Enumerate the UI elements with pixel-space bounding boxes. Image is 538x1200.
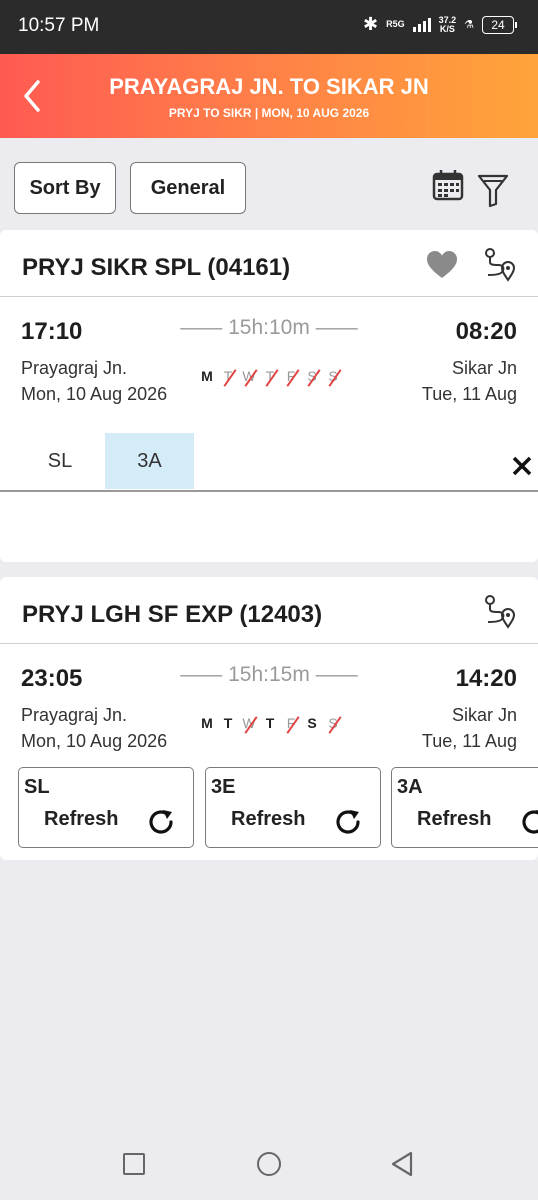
- route-icon[interactable]: [482, 246, 518, 282]
- day-indicator: W: [240, 715, 258, 731]
- train-name: PRYJ LGH SF EXP (12403): [22, 601, 323, 628]
- day-indicator: S: [324, 368, 342, 384]
- class-tab-sl[interactable]: SL: [16, 433, 104, 489]
- status-time: 10:57 PM: [18, 15, 100, 36]
- day-indicator: W: [240, 368, 258, 384]
- day-indicator: M: [201, 715, 213, 731]
- refresh-icon[interactable]: [334, 808, 362, 836]
- route-icon[interactable]: [482, 593, 518, 629]
- page-subtitle: PRYJ TO SIKR | MON, 10 AUG 2026: [168, 106, 370, 120]
- filter-icon[interactable]: [476, 172, 510, 208]
- divider: [0, 296, 538, 297]
- header: PRAYAGRAJ JN. TO SIKAR JN PRYJ TO SIKR |…: [0, 54, 538, 138]
- class-availability-sl[interactable]: SL Refresh: [18, 767, 194, 848]
- close-icon[interactable]: [512, 456, 532, 476]
- day-indicator: S: [324, 715, 342, 731]
- battery-icon: 24: [482, 15, 517, 34]
- class-availability-3a[interactable]: 3A Refresh: [391, 767, 538, 848]
- from-station: Prayagraj Jn.: [21, 705, 128, 725]
- day-indicator: T: [265, 715, 275, 731]
- class-code: SL: [24, 776, 50, 798]
- calendar-icon[interactable]: [432, 169, 464, 201]
- running-days: MTWTFSS: [198, 715, 342, 731]
- arrival-time: 08:20: [455, 318, 517, 345]
- to-date: Tue, 11 Aug: [421, 731, 517, 751]
- to-station: Sikar Jn: [451, 705, 517, 725]
- arrival-time: 14:20: [455, 665, 517, 692]
- from-date: Mon, 10 Aug 2026: [21, 384, 168, 404]
- refresh-label: Refresh: [44, 808, 119, 830]
- quota-general-button[interactable]: General: [130, 162, 246, 214]
- class-code: 3E: [211, 776, 236, 798]
- bluetooth-icon: ✱: [362, 14, 379, 34]
- status-bar: 10:57 PM ✱ R5G 37.2 K/S ⚗ 24: [0, 0, 538, 54]
- page-title: PRAYAGRAJ JN. TO SIKAR JN: [109, 74, 429, 99]
- home-button[interactable]: [257, 1152, 281, 1176]
- day-indicator: M: [201, 368, 213, 384]
- class-availability-3e[interactable]: 3E Refresh: [205, 767, 381, 848]
- day-indicator: T: [219, 368, 237, 384]
- recent-apps-button[interactable]: [123, 1153, 145, 1175]
- day-indicator: T: [223, 715, 233, 731]
- from-station: Prayagraj Jn.: [21, 358, 128, 378]
- class-code: 3A: [397, 776, 423, 798]
- refresh-icon[interactable]: [520, 808, 538, 836]
- flask-icon: ⚗: [464, 19, 474, 31]
- network-speed: 37.2 K/S: [438, 14, 457, 34]
- network-type: R5G: [386, 19, 405, 29]
- day-indicator: S: [303, 368, 321, 384]
- class-tab-3a[interactable]: 3A: [105, 433, 194, 489]
- heart-icon[interactable]: [426, 250, 458, 280]
- day-indicator: S: [307, 715, 317, 731]
- divider: [0, 490, 538, 492]
- day-indicator: T: [261, 368, 279, 384]
- train-card[interactable]: PRYJ SIKR SPL (04161) 17:10 —— 15h:10m —…: [0, 230, 538, 562]
- day-indicator: F: [282, 715, 300, 731]
- to-date: Tue, 11 Aug: [421, 384, 517, 404]
- to-station: Sikar Jn: [451, 358, 517, 378]
- signal-icon: [412, 17, 431, 32]
- divider: [0, 643, 538, 644]
- train-card[interactable]: PRYJ LGH SF EXP (12403) 23:05 —— 15h:15m…: [0, 577, 538, 860]
- from-date: Mon, 10 Aug 2026: [21, 731, 168, 751]
- refresh-icon[interactable]: [147, 808, 175, 836]
- train-name: PRYJ SIKR SPL (04161): [22, 254, 291, 281]
- refresh-label: Refresh: [231, 808, 306, 830]
- day-indicator: F: [282, 368, 300, 384]
- refresh-label: Refresh: [417, 808, 492, 830]
- system-back-button[interactable]: [390, 1151, 414, 1177]
- sort-by-button[interactable]: Sort By: [14, 162, 116, 214]
- running-days: MTWTFSS: [198, 368, 342, 384]
- status-icons: ✱ R5G 37.2 K/S ⚗ 24: [362, 14, 517, 35]
